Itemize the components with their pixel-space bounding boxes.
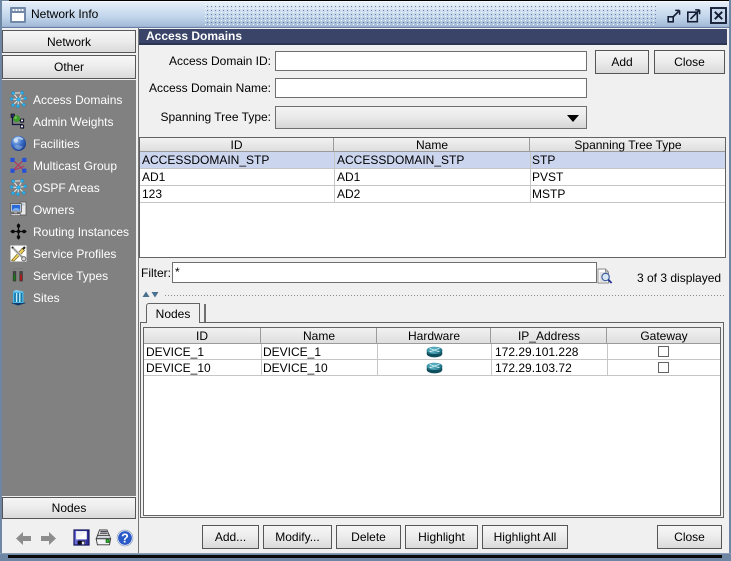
svg-text:?: ? <box>121 531 129 545</box>
